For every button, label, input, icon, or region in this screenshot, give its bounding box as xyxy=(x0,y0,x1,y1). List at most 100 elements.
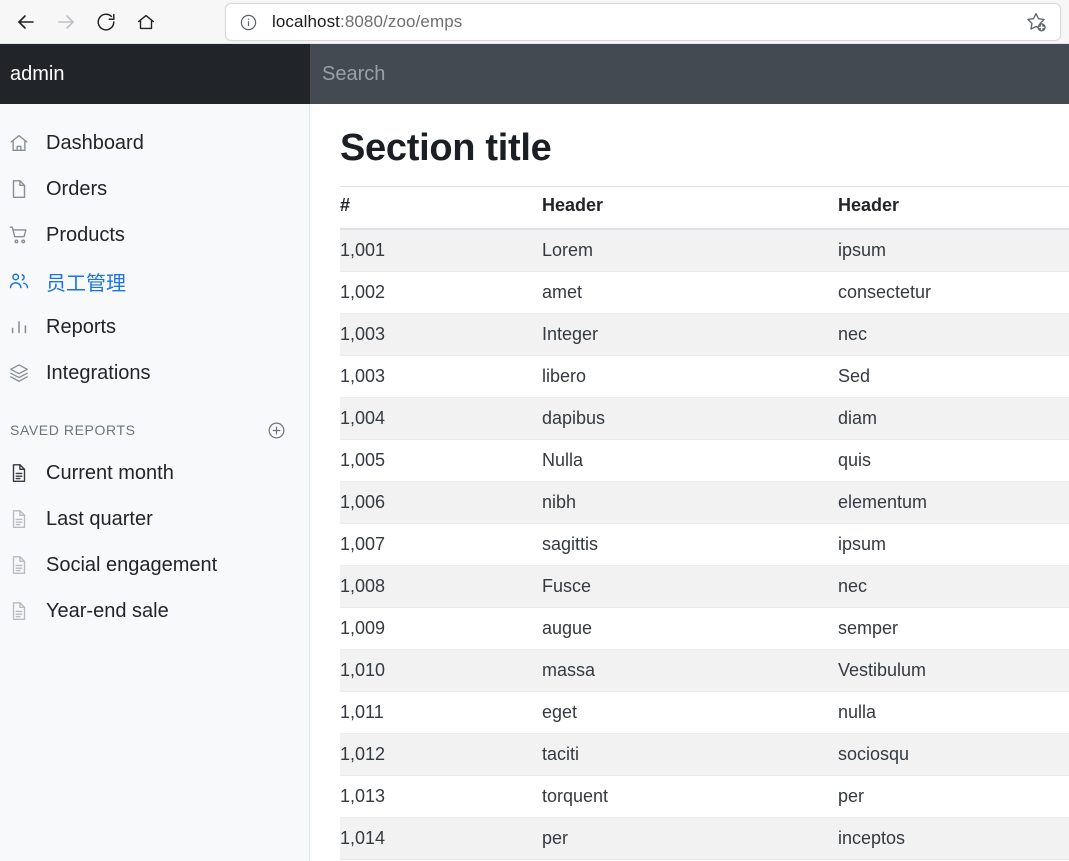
table-cell-1: Nulla xyxy=(542,440,838,482)
document-icon xyxy=(8,600,40,622)
table-cell-1: libero xyxy=(542,356,838,398)
table-cell-2: quis xyxy=(838,440,1069,482)
table-row[interactable]: 1,014perinceptos xyxy=(340,818,1069,860)
reload-button[interactable] xyxy=(86,2,126,42)
table-cell-2: nec xyxy=(838,566,1069,608)
saved-report-current-month[interactable]: Current month xyxy=(0,450,309,496)
home-button[interactable] xyxy=(126,2,166,42)
table-row[interactable]: 1,001Loremipsum xyxy=(340,229,1069,272)
table-cell-2: Sed xyxy=(838,356,1069,398)
sidebar-item-reports[interactable]: Reports xyxy=(0,304,309,350)
table-cell-2: diam xyxy=(838,398,1069,440)
saved-report-social-engagement[interactable]: Social engagement xyxy=(0,542,309,588)
table-row[interactable]: 1,013torquentper xyxy=(340,776,1069,818)
address-bar[interactable]: localhost:8080/zoo/emps xyxy=(225,3,1061,41)
table-cell-2: sociosqu xyxy=(838,734,1069,776)
bar-chart-icon xyxy=(8,315,40,339)
table-cell-2: ipsum xyxy=(838,524,1069,566)
bookmark-button[interactable] xyxy=(1020,9,1052,39)
brand-bar: admin xyxy=(0,44,310,104)
table-row[interactable]: 1,007sagittisipsum xyxy=(340,524,1069,566)
url-host: localhost xyxy=(272,12,340,31)
table-cell-1: taciti xyxy=(542,734,838,776)
saved-report-label: Social engagement xyxy=(46,554,217,577)
star-add-bookmark-icon xyxy=(1024,10,1048,39)
table-cell-1: dapibus xyxy=(542,398,838,440)
table-cell-2: consectetur xyxy=(838,272,1069,314)
table-cell-0: 1,006 xyxy=(340,482,542,524)
saved-reports-label: SAVED REPORTS xyxy=(10,422,136,438)
table-row[interactable]: 1,002ametconsectetur xyxy=(340,272,1069,314)
brand-title[interactable]: admin xyxy=(10,63,64,86)
saved-report-last-quarter[interactable]: Last quarter xyxy=(0,496,309,542)
forward-button xyxy=(46,2,86,42)
table-cell-1: Lorem xyxy=(542,229,838,272)
sidebar-item-products[interactable]: Products xyxy=(0,212,309,258)
layers-icon xyxy=(8,361,40,385)
table-cell-0: 1,009 xyxy=(340,608,542,650)
sidebar-item-label: Reports xyxy=(46,316,116,339)
saved-report-label: Year-end sale xyxy=(46,600,169,623)
saved-report-year-end-sale[interactable]: Year-end sale xyxy=(0,588,309,634)
table-cell-0: 1,005 xyxy=(340,440,542,482)
browser-toolbar: localhost:8080/zoo/emps xyxy=(0,0,1069,44)
search-input[interactable]: Search xyxy=(322,63,385,86)
info-circle-icon[interactable] xyxy=(239,13,258,32)
table-cell-2: per xyxy=(838,776,1069,818)
table-row[interactable]: 1,006nibhelementum xyxy=(340,482,1069,524)
sidebar-item-label: Products xyxy=(46,224,125,247)
arrow-right-icon xyxy=(54,10,78,34)
table-cell-1: per xyxy=(542,818,838,860)
table-cell-0: 1,011 xyxy=(340,692,542,734)
table-row[interactable]: 1,009auguesemper xyxy=(340,608,1069,650)
back-button[interactable] xyxy=(6,2,46,42)
reload-icon xyxy=(95,11,117,33)
table-row[interactable]: 1,003liberoSed xyxy=(340,356,1069,398)
sidebar-item-employee-management[interactable]: 员工管理 xyxy=(0,258,309,304)
document-icon xyxy=(8,554,40,576)
table-cell-1: amet xyxy=(542,272,838,314)
table-cell-0: 1,002 xyxy=(340,272,542,314)
sidebar-item-label: Dashboard xyxy=(46,132,144,155)
table-header-row: #HeaderHeader xyxy=(340,187,1069,230)
sidebar-item-label: 员工管理 xyxy=(46,267,126,296)
table-cell-0: 1,012 xyxy=(340,734,542,776)
table-header-cell-0: # xyxy=(340,187,542,230)
search-bar[interactable]: Search xyxy=(310,44,1069,104)
table-cell-0: 1,014 xyxy=(340,818,542,860)
table-cell-1: augue xyxy=(542,608,838,650)
sidebar-item-integrations[interactable]: Integrations xyxy=(0,350,309,396)
table-row[interactable]: 1,004dapibusdiam xyxy=(340,398,1069,440)
table-cell-0: 1,003 xyxy=(340,356,542,398)
table-cell-2: inceptos xyxy=(838,818,1069,860)
table-cell-1: eget xyxy=(542,692,838,734)
table-row[interactable]: 1,010massaVestibulum xyxy=(340,650,1069,692)
table-header-cell-2: Header xyxy=(838,187,1069,230)
table-cell-2: nec xyxy=(838,314,1069,356)
table-cell-1: sagittis xyxy=(542,524,838,566)
page-title: Section title xyxy=(340,127,1061,170)
table-cell-2: ipsum xyxy=(838,229,1069,272)
document-icon xyxy=(8,508,40,530)
sidebar-item-label: Orders xyxy=(46,178,107,201)
sidebar-item-orders[interactable]: Orders xyxy=(0,166,309,212)
saved-report-label: Last quarter xyxy=(46,508,153,531)
table-row[interactable]: 1,003Integernec xyxy=(340,314,1069,356)
table-row[interactable]: 1,008Fuscenec xyxy=(340,566,1069,608)
table-row[interactable]: 1,011egetnulla xyxy=(340,692,1069,734)
plus-circle-icon[interactable] xyxy=(266,420,287,441)
table-cell-2: Vestibulum xyxy=(838,650,1069,692)
saved-report-label: Current month xyxy=(46,462,174,485)
document-icon xyxy=(8,462,40,484)
home-icon xyxy=(8,131,40,155)
table-row[interactable]: 1,012tacitisociosqu xyxy=(340,734,1069,776)
table-cell-1: torquent xyxy=(542,776,838,818)
table-cell-0: 1,004 xyxy=(340,398,542,440)
table-cell-0: 1,008 xyxy=(340,566,542,608)
url-path: :8080/zoo/emps xyxy=(340,12,462,31)
data-table: #HeaderHeader 1,001Loremipsum1,002ametco… xyxy=(340,186,1069,861)
table-row[interactable]: 1,005Nullaquis xyxy=(340,440,1069,482)
sidebar-item-dashboard[interactable]: Dashboard xyxy=(0,120,309,166)
people-icon xyxy=(8,269,40,293)
main-content: Section title #HeaderHeader 1,001Loremip… xyxy=(311,104,1069,861)
